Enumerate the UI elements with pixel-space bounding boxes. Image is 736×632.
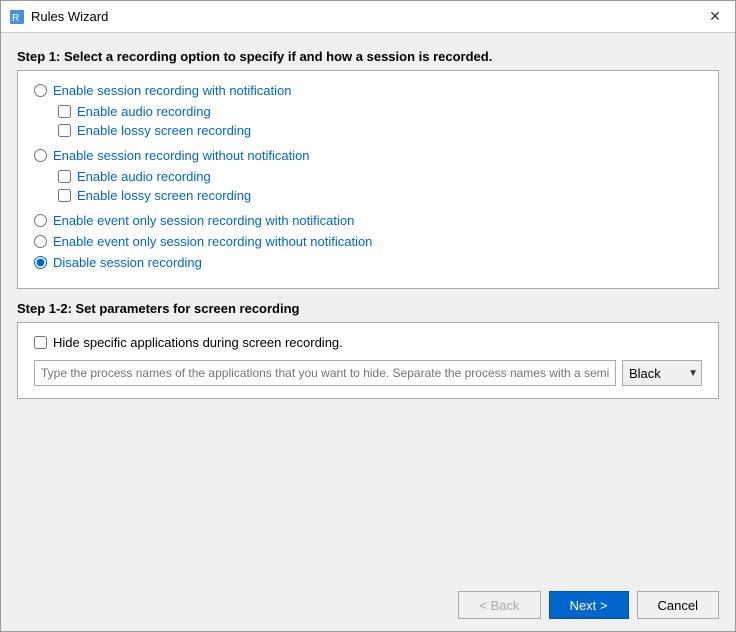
window-icon: R bbox=[9, 9, 25, 25]
color-dropdown[interactable]: Black White Gray bbox=[622, 360, 702, 386]
radio-option-2[interactable]: Enable session recording without notific… bbox=[34, 148, 702, 163]
sub-checkbox-lossy-1[interactable]: Enable lossy screen recording bbox=[58, 123, 702, 138]
checkbox-lossy-1[interactable] bbox=[58, 124, 71, 137]
window-title: Rules Wizard bbox=[31, 9, 703, 24]
close-button[interactable]: ✕ bbox=[703, 5, 727, 29]
sub-checkbox-lossy-2[interactable]: Enable lossy screen recording bbox=[58, 188, 702, 203]
radio-label-4: Enable event only session recording with… bbox=[53, 234, 372, 249]
back-button[interactable]: < Back bbox=[458, 591, 540, 619]
radio-input-2[interactable] bbox=[34, 149, 47, 162]
radio-input-5[interactable] bbox=[34, 256, 47, 269]
checkbox-label-audio-2: Enable audio recording bbox=[77, 169, 211, 184]
radio-option-1[interactable]: Enable session recording with notificati… bbox=[34, 83, 702, 98]
checkbox-audio-2[interactable] bbox=[58, 170, 71, 183]
step1-label: Step 1: Select a recording option to spe… bbox=[17, 49, 719, 64]
step12-group-box: Hide specific applications during screen… bbox=[17, 322, 719, 399]
checkbox-label-lossy-2: Enable lossy screen recording bbox=[77, 188, 251, 203]
color-select-wrap: Black White Gray ▼ bbox=[622, 360, 702, 386]
step1-group-box: Enable session recording with notificati… bbox=[17, 70, 719, 289]
radio-option-4[interactable]: Enable event only session recording with… bbox=[34, 234, 702, 249]
rules-wizard-window: R Rules Wizard ✕ Step 1: Select a record… bbox=[0, 0, 736, 632]
cancel-button[interactable]: Cancel bbox=[637, 591, 719, 619]
radio-label-5: Disable session recording bbox=[53, 255, 202, 270]
checkbox-lossy-2[interactable] bbox=[58, 189, 71, 202]
title-bar: R Rules Wizard ✕ bbox=[1, 1, 735, 33]
radio-option-3[interactable]: Enable event only session recording with… bbox=[34, 213, 702, 228]
content-area: Step 1: Select a recording option to spe… bbox=[1, 33, 735, 579]
footer: < Back Next > Cancel bbox=[1, 579, 735, 631]
step1-section: Step 1: Select a recording option to spe… bbox=[17, 49, 719, 289]
radio-label-1: Enable session recording with notificati… bbox=[53, 83, 291, 98]
svg-text:R: R bbox=[12, 13, 19, 24]
hide-apps-checkbox[interactable] bbox=[34, 336, 47, 349]
radio-input-3[interactable] bbox=[34, 214, 47, 227]
radio-input-1[interactable] bbox=[34, 84, 47, 97]
radio-input-4[interactable] bbox=[34, 235, 47, 248]
radio-label-2: Enable session recording without notific… bbox=[53, 148, 310, 163]
hide-apps-label: Hide specific applications during screen… bbox=[53, 335, 343, 350]
radio-option-5[interactable]: Disable session recording bbox=[34, 255, 702, 270]
step12-label: Step 1-2: Set parameters for screen reco… bbox=[17, 301, 719, 316]
step12-section: Step 1-2: Set parameters for screen reco… bbox=[17, 301, 719, 399]
checkbox-audio-1[interactable] bbox=[58, 105, 71, 118]
process-input-row: Black White Gray ▼ bbox=[34, 360, 702, 386]
checkbox-label-lossy-1: Enable lossy screen recording bbox=[77, 123, 251, 138]
next-button[interactable]: Next > bbox=[549, 591, 629, 619]
sub-checkbox-audio-1[interactable]: Enable audio recording bbox=[58, 104, 702, 119]
hide-apps-row: Hide specific applications during screen… bbox=[34, 335, 702, 350]
sub-checkbox-audio-2[interactable]: Enable audio recording bbox=[58, 169, 702, 184]
process-names-input[interactable] bbox=[34, 360, 616, 386]
checkbox-label-audio-1: Enable audio recording bbox=[77, 104, 211, 119]
radio-label-3: Enable event only session recording with… bbox=[53, 213, 354, 228]
